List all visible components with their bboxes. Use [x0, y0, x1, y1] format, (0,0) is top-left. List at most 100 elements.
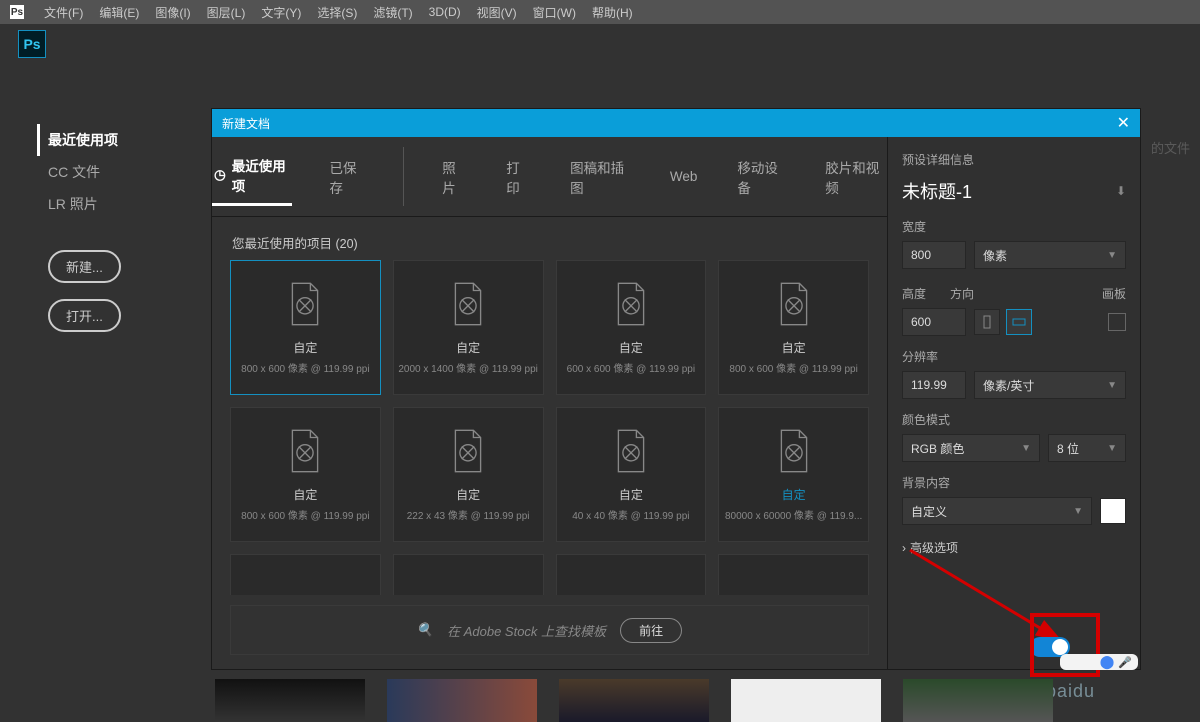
preset-title: 自定 — [619, 486, 643, 503]
document-icon — [613, 281, 649, 327]
document-icon — [287, 428, 323, 474]
dialog-title-text: 新建文档 — [222, 115, 270, 132]
stock-placeholder[interactable]: 在 Adobe Stock 上查找模板 — [447, 621, 606, 640]
menu-type[interactable]: 文字(Y) — [253, 4, 309, 21]
artboard-checkbox[interactable] — [1108, 313, 1126, 331]
menu-file[interactable]: 文件(F) — [36, 4, 91, 21]
menu-edit[interactable]: 编辑(E) — [91, 4, 147, 21]
thumbnail[interactable] — [903, 679, 1053, 722]
preset-item[interactable]: 自定80000 x 60000 像素 @ 119.9... — [718, 407, 869, 542]
document-icon — [776, 428, 812, 474]
start-recent[interactable]: 最近使用项 — [37, 124, 210, 156]
preset-item[interactable]: 自定 600 x 600 像素 @ 119.99 ppi — [556, 260, 707, 395]
bit-depth-select[interactable]: 8 位▼ — [1048, 434, 1126, 462]
resolution-unit-select[interactable]: 像素/英寸▼ — [974, 371, 1126, 399]
start-workspace-sidebar: 最近使用项 CC 文件 LR 照片 新建... 打开... — [0, 64, 210, 332]
preset-item[interactable]: 自定800 x 600 像素 @ 119.99 ppi — [230, 407, 381, 542]
preset-item[interactable] — [230, 554, 381, 595]
preset-meta: 80000 x 60000 像素 @ 119.9... — [725, 507, 862, 522]
tab-print[interactable]: 打印 — [504, 147, 532, 206]
app-logo: Ps — [18, 30, 46, 58]
clock-icon: ◷ — [214, 167, 226, 183]
preset-item[interactable] — [393, 554, 544, 595]
close-icon[interactable]: ✕ — [1117, 113, 1130, 133]
start-cc-files[interactable]: CC 文件 — [48, 156, 210, 188]
artboard-label: 画板 — [1102, 285, 1126, 302]
new-button[interactable]: 新建... — [48, 250, 121, 283]
background-color-swatch[interactable] — [1100, 498, 1126, 524]
orientation-label: 方向 — [950, 285, 974, 302]
background-select[interactable]: 自定义▼ — [902, 497, 1092, 525]
chevron-right-icon: › — [902, 541, 906, 555]
tab-photo[interactable]: 照片 — [440, 147, 468, 206]
preset-item[interactable]: 自定222 x 43 像素 @ 119.99 ppi — [393, 407, 544, 542]
start-lr-photos[interactable]: LR 照片 — [48, 188, 210, 220]
tab-film[interactable]: 胶片和视频 — [823, 147, 887, 206]
menu-image[interactable]: 图像(I) — [147, 4, 198, 21]
chevron-down-icon: ▼ — [1073, 506, 1083, 517]
preset-grid: 自定800 x 600 像素 @ 119.99 ppi自定2000 x 1400… — [212, 260, 887, 595]
preset-meta: 2000 x 1400 像素 @ 119.99 ppi — [398, 360, 538, 375]
chevron-down-icon: ▼ — [1021, 443, 1031, 454]
orientation-landscape[interactable] — [1006, 309, 1032, 335]
preset-meta: 222 x 43 像素 @ 119.99 ppi — [407, 507, 530, 522]
menu-view[interactable]: 视图(V) — [469, 4, 525, 21]
menu-help[interactable]: 帮助(H) — [584, 4, 641, 21]
preset-item[interactable]: 自定 800 x 600 像素 @ 119.99 ppi — [718, 260, 869, 395]
height-input[interactable]: 600 — [902, 308, 966, 336]
width-unit-select[interactable]: 像素▼ — [974, 241, 1126, 269]
menu-filter[interactable]: 滤镜(T) — [365, 4, 420, 21]
app-logo-small: Ps — [10, 5, 24, 19]
preset-item[interactable] — [718, 554, 869, 595]
options-bar: Ps — [0, 24, 1200, 64]
menu-select[interactable]: 选择(S) — [309, 4, 365, 21]
preset-title: 自定 — [782, 339, 806, 356]
thumbnail[interactable] — [387, 679, 537, 722]
color-mode-select[interactable]: RGB 颜色▼ — [902, 434, 1040, 462]
tab-art[interactable]: 图稿和插图 — [568, 147, 632, 206]
preset-details: 预设详细信息 未标题-1 ⬇ 宽度 800 像素▼ 高度 方向 画板 600 — [888, 137, 1140, 669]
thumbnail[interactable] — [559, 679, 709, 722]
chevron-down-icon: ▼ — [1107, 380, 1117, 391]
advanced-options[interactable]: ›高级选项 — [902, 539, 1126, 556]
details-header: 预设详细信息 — [902, 151, 1126, 168]
width-input[interactable]: 800 — [902, 241, 966, 269]
preset-item[interactable]: 自定40 x 40 像素 @ 119.99 ppi — [556, 407, 707, 542]
document-name[interactable]: 未标题-1 — [902, 178, 972, 204]
width-label: 宽度 — [902, 218, 1126, 235]
menu-window[interactable]: 窗口(W) — [525, 4, 584, 21]
tab-web[interactable]: Web — [668, 147, 700, 206]
menu-3d[interactable]: 3D(D) — [421, 5, 469, 19]
tab-mobile[interactable]: 移动设备 — [735, 147, 787, 206]
background-label: 背景内容 — [902, 474, 1126, 491]
recent-thumbnails — [215, 679, 1053, 722]
preset-item[interactable]: 自定2000 x 1400 像素 @ 119.99 ppi — [393, 260, 544, 395]
open-button[interactable]: 打开... — [48, 299, 121, 332]
document-icon — [450, 428, 486, 474]
preset-item[interactable] — [556, 554, 707, 595]
dialog-titlebar: 新建文档 ✕ — [212, 109, 1140, 137]
thumbnail[interactable] — [731, 679, 881, 722]
preset-title: 自定 — [619, 339, 643, 356]
tab-recent[interactable]: ◷最近使用项 — [212, 147, 292, 206]
preset-meta: 800 x 600 像素 @ 119.99 ppi — [241, 507, 369, 522]
preset-item[interactable]: 自定800 x 600 像素 @ 119.99 ppi — [230, 260, 381, 395]
assistant-bar[interactable]: ⬤🎤 — [1060, 654, 1138, 670]
chevron-down-icon: ▼ — [1107, 250, 1117, 261]
menubar: Ps 文件(F) 编辑(E) 图像(I) 图层(L) 文字(Y) 选择(S) 滤… — [0, 0, 1200, 24]
stock-go-button[interactable]: 前往 — [620, 618, 682, 643]
orientation-portrait[interactable] — [974, 309, 1000, 335]
adobe-stock-bar: 🔍 在 Adobe Stock 上查找模板 前往 — [230, 605, 869, 655]
document-icon — [613, 428, 649, 474]
recent-header: 您最近使用的项目 (20) — [212, 217, 887, 260]
preset-meta: 800 x 600 像素 @ 119.99 ppi — [729, 360, 857, 375]
menu-layer[interactable]: 图层(L) — [199, 4, 254, 21]
category-tabs: ◷最近使用项 已保存 照片 打印 图稿和插图 Web 移动设备 胶片和视频 — [212, 137, 887, 217]
preset-meta: 600 x 600 像素 @ 119.99 ppi — [567, 360, 695, 375]
tab-saved[interactable]: 已保存 — [328, 147, 368, 206]
save-preset-icon[interactable]: ⬇ — [1116, 184, 1126, 198]
resolution-input[interactable]: 119.99 — [902, 371, 966, 399]
document-icon — [776, 281, 812, 327]
preset-meta: 800 x 600 像素 @ 119.99 ppi — [241, 360, 369, 375]
thumbnail[interactable] — [215, 679, 365, 722]
